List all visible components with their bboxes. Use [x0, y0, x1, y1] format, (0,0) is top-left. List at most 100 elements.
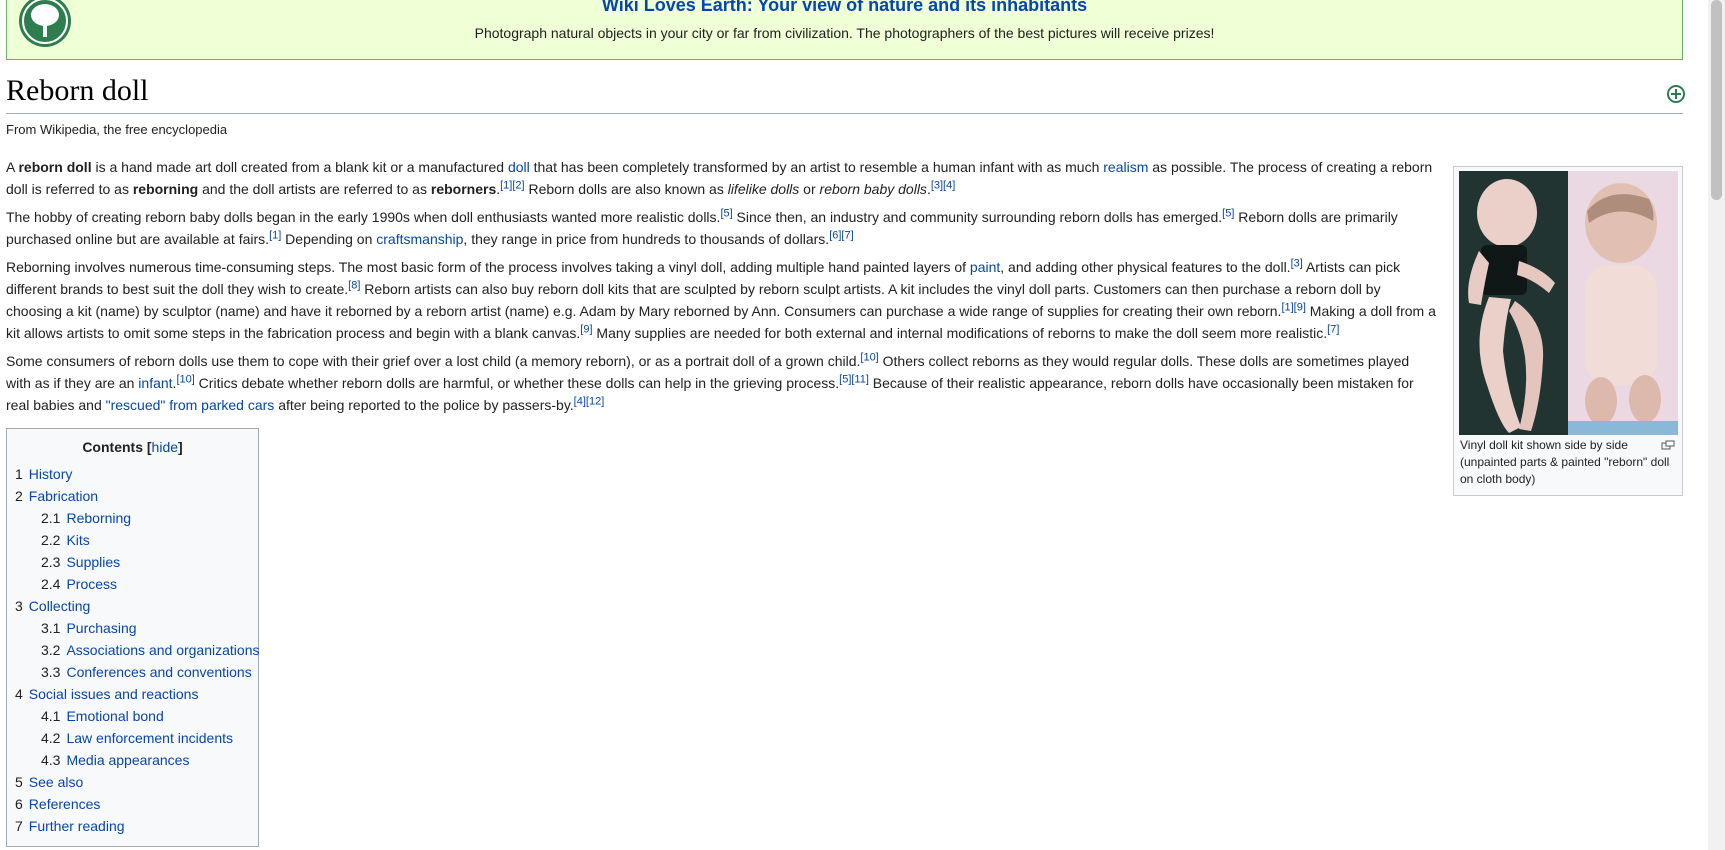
toc-item-process[interactable]: 2.4 Process — [15, 573, 259, 595]
toc-number: 3.3 — [41, 664, 61, 680]
citation-link[interactable]: [3][4] — [931, 179, 955, 191]
toc-number: 2.4 — [41, 576, 61, 592]
text-run: Since then, an industry and community su… — [732, 209, 1223, 225]
citation-link[interactable]: [3] — [1291, 257, 1303, 269]
bold-term: reborners — [430, 181, 497, 197]
toc-item-purchasing[interactable]: 3.1 Purchasing — [15, 617, 259, 639]
citation-link[interactable]: [10] — [176, 373, 194, 385]
toc-number: 2 — [15, 488, 23, 504]
table-of-contents: Contents [hide] 1 History 2 Fabrication 2.… — [6, 428, 259, 847]
link-rescued-from-parked-cars[interactable]: "rescued" from parked cars — [106, 397, 275, 413]
toc-item-emotional-bond[interactable]: 4.1 Emotional bond — [15, 705, 259, 727]
toc-number: 4.2 — [41, 730, 61, 746]
article-body: A reborn doll is a hand made art doll cr… — [6, 156, 1436, 422]
paragraph-reborning: Reborning involves numerous time-consumi… — [6, 256, 1436, 344]
page-title: Reborn doll — [6, 74, 149, 107]
toc-hide-link[interactable]: hide — [152, 439, 178, 455]
toc-item-supplies[interactable]: 2.3 Supplies — [15, 551, 259, 573]
toc-link[interactable]: Emotional bond — [66, 708, 163, 724]
toc-link[interactable]: Reborning — [66, 510, 131, 526]
citation-link[interactable]: [1] — [269, 229, 281, 241]
toc-item-further-reading[interactable]: 7 Further reading — [15, 815, 259, 837]
citation-link[interactable]: [1][9] — [1281, 301, 1305, 313]
toc-link[interactable]: Fabrication — [29, 488, 98, 504]
citation-link[interactable]: [5] — [1222, 207, 1234, 219]
citation-link[interactable]: [1][2] — [500, 179, 524, 191]
site-tagline: From Wikipedia, the free encyclopedia — [6, 122, 228, 137]
text-run: The hobby of creating reborn baby dolls … — [6, 209, 721, 225]
link-doll[interactable]: doll — [508, 159, 530, 175]
toc-item-kits[interactable]: 2.2 Kits — [15, 529, 259, 551]
scrollbar-thumb[interactable] — [1711, 0, 1722, 200]
citation-link[interactable]: [5][11] — [839, 373, 869, 385]
toc-link[interactable]: History — [29, 466, 73, 482]
plus-circle-icon[interactable] — [1666, 84, 1686, 104]
italic-term: reborn baby dolls — [819, 181, 927, 197]
toc-link[interactable]: Supplies — [66, 554, 120, 570]
bold-term: reborn doll — [18, 159, 92, 175]
toc-item-collecting[interactable]: 3 Collecting — [15, 595, 259, 617]
citation-link[interactable]: [7] — [1327, 323, 1339, 335]
toc-link[interactable]: Collecting — [29, 598, 90, 614]
link-realism[interactable]: realism — [1103, 159, 1148, 175]
toc-number: 4.1 — [41, 708, 61, 724]
toc-item-social-issues[interactable]: 4 Social issues and reactions — [15, 683, 259, 705]
citation-link[interactable]: [6][7] — [829, 229, 853, 241]
toc-item-references[interactable]: 6 References — [15, 793, 259, 815]
doll-photo[interactable] — [1459, 171, 1678, 435]
paragraph-consumers: Some consumers of reborn dolls use them … — [6, 350, 1436, 416]
text-run: or — [799, 181, 820, 197]
toc-item-history[interactable]: 1 History — [15, 463, 259, 485]
citation-link[interactable]: [5] — [720, 207, 732, 219]
page-scrollbar[interactable] — [1708, 0, 1725, 850]
campaign-banner: Wiki Loves Earth: Your view of nature an… — [6, 0, 1683, 60]
toc-item-see-also[interactable]: 5 See also — [15, 771, 259, 793]
citation-link[interactable]: [4][12] — [574, 395, 605, 407]
toc-item-media[interactable]: 4.3 Media appearances — [15, 749, 259, 771]
link-craftsmanship[interactable]: craftsmanship — [376, 231, 463, 247]
link-paint[interactable]: paint — [970, 259, 1000, 275]
toc-item-law-enforcement[interactable]: 4.2 Law enforcement incidents — [15, 727, 259, 749]
toc-link[interactable]: Kits — [66, 532, 89, 548]
toc-link[interactable]: Further reading — [29, 818, 125, 834]
toc-item-reborning[interactable]: 2.1 Reborning — [15, 507, 259, 529]
toc-link[interactable]: Media appearances — [66, 752, 189, 768]
toc-link[interactable]: References — [29, 796, 101, 812]
toc-number: 3 — [15, 598, 23, 614]
toc-number: 4.3 — [41, 752, 61, 768]
toc-number: 1 — [15, 466, 23, 482]
toc-link[interactable]: Social issues and reactions — [29, 686, 199, 702]
text-run: after being reported to the police by pa… — [274, 397, 574, 413]
toc-link[interactable]: Purchasing — [66, 620, 136, 636]
toc-link[interactable]: Associations and organizations — [66, 642, 259, 658]
citation-link[interactable]: [10] — [860, 351, 878, 363]
toc-link[interactable]: See also — [29, 774, 83, 790]
toc-link[interactable]: Law enforcement incidents — [66, 730, 233, 746]
toc-link[interactable]: Process — [66, 576, 117, 592]
text-run: , they range in price from hundreds to t… — [463, 231, 830, 247]
toc-item-conferences[interactable]: 3.3 Conferences and conventions — [15, 661, 259, 683]
toc-number: 7 — [15, 818, 23, 834]
text-run: and the doll artists are referred to as — [198, 181, 431, 197]
toc-link[interactable]: Conferences and conventions — [66, 664, 251, 680]
toc-title: Contents — [82, 439, 143, 455]
bold-term: reborning — [132, 181, 199, 197]
citation-link[interactable]: [8] — [348, 279, 360, 291]
toc-hide-bracket: ] — [178, 439, 183, 455]
link-infant[interactable]: infant — [138, 375, 172, 391]
paragraph-intro: A reborn doll is a hand made art doll cr… — [6, 156, 1436, 200]
thumbnail-caption: Vinyl doll kit shown side by side (unpai… — [1460, 438, 1670, 486]
citation-link[interactable]: [9] — [580, 323, 592, 335]
toc-item-associations[interactable]: 3.2 Associations and organizations — [15, 639, 259, 661]
text-run: Many supplies are needed for both extern… — [592, 325, 1328, 341]
text-run: that has been completely transformed by … — [529, 159, 1104, 175]
banner-title-link[interactable]: Wiki Loves Earth: Your view of nature an… — [7, 0, 1682, 16]
doll-thumbnail: Vinyl doll kit shown side by side (unpai… — [1453, 166, 1683, 496]
toc-header: Contents [hide] — [7, 439, 258, 455]
toc-list: 1 History 2 Fabrication 2.1 Reborning 2.2 Ki… — [15, 463, 259, 837]
toc-number: 2.3 — [41, 554, 61, 570]
toc-item-fabrication[interactable]: 2 Fabrication — [15, 485, 259, 507]
toc-number: 4 — [15, 686, 23, 702]
text-run: Some consumers of reborn dolls use them … — [6, 353, 861, 369]
doll-photo-illustration — [1459, 171, 1678, 435]
